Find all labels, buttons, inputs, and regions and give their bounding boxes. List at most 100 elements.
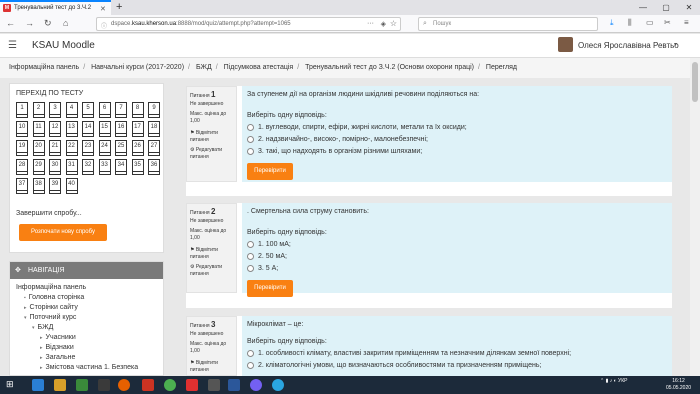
- check-button[interactable]: Перевірити: [247, 280, 293, 297]
- quiz-nav-button[interactable]: 39: [49, 178, 61, 194]
- quiz-nav-button[interactable]: 9: [148, 102, 160, 118]
- language-indicator[interactable]: УКР: [618, 378, 627, 384]
- quiz-nav-button[interactable]: 23: [82, 140, 94, 156]
- avatar[interactable]: [558, 37, 573, 52]
- expand-arrow-icon[interactable]: ▸: [40, 335, 43, 341]
- answer-option[interactable]: 2. кліматологічні умови, що визначаються…: [247, 362, 667, 369]
- browser-tab[interactable]: M Тренувальний тест до 3.Ч.2 ✕: [0, 0, 111, 15]
- sidebar-icon[interactable]: ▭: [646, 18, 654, 27]
- answer-option[interactable]: 2. надзвичайно-, високо-, помірно-, мало…: [247, 136, 667, 143]
- move-icon[interactable]: ✥: [15, 266, 21, 274]
- nav-tree-label[interactable]: Поточний курс: [30, 314, 77, 321]
- quiz-nav-button[interactable]: 2: [32, 102, 45, 118]
- chrome-icon[interactable]: [164, 379, 176, 391]
- system-tray[interactable]: ⌃ ▮ ♪ ◐ УКР: [600, 378, 627, 384]
- quiz-nav-button[interactable]: 5: [82, 102, 94, 118]
- quiz-nav-button[interactable]: 29: [32, 159, 45, 175]
- quiz-nav-button[interactable]: 20: [32, 140, 45, 156]
- radio-button[interactable]: [247, 148, 254, 155]
- answer-label[interactable]: 1. особливості клімату, властиві закрити…: [258, 350, 571, 357]
- nav-tree-item[interactable]: Інформаційна панель: [16, 284, 86, 291]
- quiz-nav-button[interactable]: 3: [49, 102, 61, 118]
- quiz-nav-button[interactable]: 33: [98, 159, 111, 175]
- nav-tree-item[interactable]: ▸ Загальне: [40, 354, 75, 361]
- nav-tree-item[interactable]: ▸ Учасники: [40, 334, 76, 341]
- bookmark-star-icon[interactable]: ☆: [390, 19, 397, 28]
- nav-tree-label[interactable]: БЖД: [38, 324, 54, 331]
- expand-arrow-icon[interactable]: ▸: [40, 355, 43, 361]
- answer-option[interactable]: 1. 100 мА;: [247, 241, 667, 248]
- answer-label[interactable]: 1. вуглеводи, спирти, ефіри, жирні кисло…: [258, 124, 467, 131]
- chevron-down-icon[interactable]: ▾: [674, 41, 677, 48]
- nav-tree-item[interactable]: ▪ Головна сторінка: [24, 294, 84, 301]
- quiz-nav-button[interactable]: 21: [49, 140, 61, 156]
- breadcrumb-item[interactable]: БЖД: [196, 64, 212, 71]
- quiz-nav-button[interactable]: 32: [82, 159, 94, 175]
- nav-tree-item[interactable]: ▸ Відзнаки: [40, 344, 74, 351]
- quiz-nav-button[interactable]: 28: [16, 159, 28, 175]
- quiz-nav-button[interactable]: 11: [32, 121, 45, 137]
- quiz-nav-button[interactable]: 10: [16, 121, 28, 137]
- radio-button[interactable]: [247, 350, 254, 357]
- forward-icon[interactable]: →: [25, 18, 34, 28]
- media-player-icon[interactable]: [76, 379, 88, 391]
- scrollbar-thumb[interactable]: [692, 62, 698, 102]
- nav-tree-item[interactable]: ▾ Поточний курс: [24, 314, 76, 321]
- answer-label[interactable]: 2. кліматологічні умови, що визначаються…: [258, 362, 541, 369]
- breadcrumb-item[interactable]: Навчальні курси (2017-2020): [91, 64, 184, 71]
- new-attempt-button[interactable]: Розпочати нову спробу: [19, 224, 107, 241]
- answer-label[interactable]: 2. 50 мА;: [258, 253, 287, 260]
- download-icon[interactable]: ⤓: [610, 18, 614, 28]
- nav-tree-label[interactable]: Головна сторінка: [29, 294, 84, 301]
- expand-arrow-icon[interactable]: ▸: [40, 345, 43, 351]
- nav-tree-label[interactable]: Інформаційна панель: [16, 284, 86, 291]
- radio-button[interactable]: [247, 124, 254, 131]
- screenshot-icon[interactable]: ✂: [664, 18, 671, 27]
- quiz-nav-button[interactable]: 30: [49, 159, 61, 175]
- new-tab-icon[interactable]: +: [116, 1, 122, 13]
- answer-option[interactable]: 3. 5 А;: [247, 265, 667, 272]
- back-icon[interactable]: ←: [6, 18, 15, 28]
- answer-option[interactable]: 1. особливості клімату, властиві закрити…: [247, 350, 667, 357]
- quiz-nav-button[interactable]: 26: [131, 140, 144, 156]
- word-icon[interactable]: [228, 379, 240, 391]
- page-scrollbar[interactable]: [690, 58, 700, 376]
- nav-tree-label[interactable]: Змістова частина 1. Безпека: [46, 364, 139, 371]
- quiz-nav-button[interactable]: 27: [148, 140, 160, 156]
- expand-arrow-icon[interactable]: ▾: [32, 325, 35, 331]
- answer-label[interactable]: 2. надзвичайно-, високо-, помірно-, мало…: [258, 136, 428, 143]
- site-name[interactable]: KSAU Moodle: [32, 40, 95, 51]
- quiz-nav-button[interactable]: 14: [82, 121, 94, 137]
- nav-tree-label[interactable]: Загальне: [46, 354, 76, 361]
- radio-button[interactable]: [247, 362, 254, 369]
- edit-question[interactable]: ⚙ Редагувати питання: [190, 147, 233, 161]
- quiz-nav-button[interactable]: 19: [16, 140, 28, 156]
- breadcrumb-item[interactable]: Тренувальний тест до З.Ч.2 (Основи охоро…: [305, 64, 474, 71]
- quiz-nav-button[interactable]: 24: [98, 140, 111, 156]
- answer-label[interactable]: 3. 5 А;: [258, 265, 278, 272]
- quiz-nav-button[interactable]: 15: [98, 121, 111, 137]
- quiz-nav-button[interactable]: 1: [16, 102, 28, 118]
- quiz-nav-button[interactable]: 40: [65, 178, 78, 194]
- pdf-reader-icon[interactable]: [142, 379, 154, 391]
- nav-tree-label[interactable]: Учасники: [46, 334, 76, 341]
- breadcrumb-item[interactable]: Перегляд: [486, 64, 517, 71]
- answer-option[interactable]: 3. такі, що надходять в організм різними…: [247, 148, 667, 155]
- breadcrumb-item[interactable]: Підсумкова атестація: [224, 64, 294, 71]
- answer-option[interactable]: 1. вуглеводи, спирти, ефіри, жирні кисло…: [247, 124, 667, 131]
- file-explorer-icon[interactable]: [54, 379, 66, 391]
- url-bar[interactable]: ⓘ dspace.ksau.kherson.ua:8888/mod/quiz/a…: [96, 17, 401, 31]
- quiz-nav-button[interactable]: 17: [131, 121, 144, 137]
- windows-start-icon[interactable]: ⊞: [6, 379, 14, 390]
- quiz-nav-button[interactable]: 25: [115, 140, 127, 156]
- nav-tree-label[interactable]: Відзнаки: [46, 344, 74, 351]
- telegram-icon[interactable]: [272, 379, 284, 391]
- nav-tree-item[interactable]: ▸ Змістова частина 1. Безпека: [40, 364, 138, 371]
- quiz-nav-button[interactable]: 7: [115, 102, 127, 118]
- minimize-icon[interactable]: —: [632, 0, 654, 15]
- quiz-nav-button[interactable]: 31: [65, 159, 78, 175]
- close-window-icon[interactable]: ✕: [678, 0, 700, 15]
- radio-button[interactable]: [247, 136, 254, 143]
- reload-icon[interactable]: ↻: [44, 18, 52, 29]
- quiz-nav-button[interactable]: 18: [148, 121, 160, 137]
